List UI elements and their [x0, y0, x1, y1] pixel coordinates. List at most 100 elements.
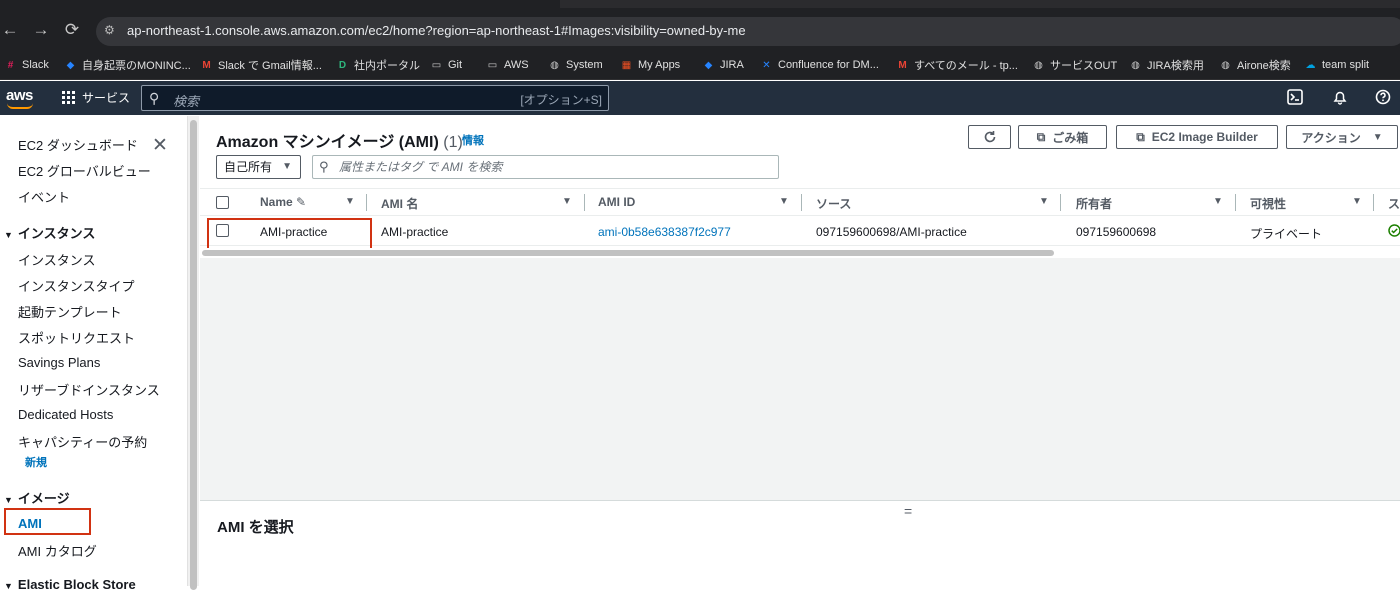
- ownership-filter-select[interactable]: 自己所有 ▼: [216, 155, 301, 179]
- column-header-source[interactable]: ソース: [816, 195, 851, 212]
- bookmark-item[interactable]: ◍ System: [548, 57, 603, 73]
- column-divider[interactable]: [584, 194, 585, 211]
- back-arrow-icon[interactable]: ←: [0, 20, 20, 40]
- jira-icon: ◆: [704, 59, 713, 71]
- ami-search-input[interactable]: [339, 158, 769, 176]
- globe-icon: ◍: [550, 59, 559, 71]
- caret-down-icon: ▼: [282, 161, 292, 172]
- ami-search-field[interactable]: ⚲: [312, 155, 779, 179]
- reload-icon[interactable]: ⟳: [62, 20, 82, 40]
- sidebar-item[interactable]: インスタンス: [18, 250, 95, 269]
- url-text[interactable]: ap-northeast-1.console.aws.amazon.com/ec…: [127, 23, 746, 38]
- column-header-status[interactable]: ス: [1388, 195, 1400, 212]
- table-horizontal-scrollbar[interactable]: [200, 248, 1400, 258]
- console-search-input[interactable]: ⚲ 検索 [オプション+S]: [141, 85, 609, 111]
- cloudshell-icon[interactable]: [1286, 89, 1304, 107]
- sidebar-item[interactable]: Savings Plans: [18, 355, 100, 370]
- bookmark-item[interactable]: ☁ team split: [1304, 57, 1370, 73]
- column-header-ami-id[interactable]: AMI ID: [598, 195, 635, 209]
- sidebar-item[interactable]: Dedicated Hosts: [18, 407, 113, 422]
- column-header-ami-name[interactable]: AMI 名: [381, 195, 418, 212]
- sidebar-item[interactable]: イベント: [18, 187, 70, 206]
- bookmark-item[interactable]: ✕ Confluence for DM...: [760, 57, 879, 73]
- address-bar[interactable]: ⚙ ap-northeast-1.console.aws.amazon.com/…: [96, 17, 1400, 46]
- sidebar-item[interactable]: スポットリクエスト: [18, 328, 135, 347]
- sidebar-item[interactable]: EC2 グローバルビュー: [18, 161, 151, 180]
- sort-caret-icon[interactable]: ▼: [1213, 196, 1223, 207]
- bookmark-item[interactable]: ◍ サービスOUT: [1032, 57, 1117, 73]
- page-title: Amazon マシンイメージ (AMI) (1): [216, 128, 463, 152]
- column-divider[interactable]: [1373, 194, 1374, 211]
- services-label: サービス: [82, 91, 131, 105]
- sidebar-item[interactable]: インスタンスタイプ: [18, 276, 134, 295]
- sidebar-item[interactable]: EC2 ダッシュボード: [18, 135, 138, 154]
- bookmark-item[interactable]: ▭ AWS: [486, 57, 529, 73]
- column-divider[interactable]: [366, 194, 367, 211]
- aws-logo[interactable]: aws: [6, 87, 33, 109]
- jira-icon: ◆: [66, 59, 75, 71]
- column-header-visibility[interactable]: 可視性: [1250, 195, 1286, 212]
- ownership-filter-value: 自己所有: [224, 160, 273, 174]
- search-icon: ⚲: [149, 90, 160, 106]
- sort-caret-icon[interactable]: ▼: [1352, 196, 1362, 207]
- sidebar-section-ebs[interactable]: ▼ Elastic Block Store: [4, 577, 136, 592]
- bookmark-item[interactable]: M Slack で Gmail情報...: [200, 57, 322, 73]
- bookmark-item[interactable]: ◆ 自身起票のMONINC...: [64, 57, 191, 73]
- cell-ami-id-link[interactable]: ami-0b58e638387f2c977: [598, 225, 731, 239]
- bookmark-item[interactable]: ◍ Airone検索: [1219, 57, 1291, 73]
- search-icon: ⚲: [319, 159, 329, 174]
- services-menu-button[interactable]: サービス: [62, 89, 130, 106]
- aws-console-header: aws サービス ⚲ 検索 [オプション+S]: [0, 81, 1400, 115]
- bookmark-label: Airone検索: [1237, 60, 1291, 72]
- aws-logo-text: aws: [6, 87, 33, 104]
- bookmark-item[interactable]: ◍ JIRA検索用: [1129, 57, 1204, 73]
- table-header: Name ✎ ▼ AMI 名 ▼ AMI ID ▼ ソース ▼ 所有者 ▼ 可視…: [200, 188, 1400, 216]
- bookmark-item[interactable]: # Slack: [4, 57, 49, 73]
- bookmark-item[interactable]: D 社内ポータル: [336, 57, 420, 73]
- sidebar-item[interactable]: リザーブドインスタンス: [18, 380, 160, 399]
- info-link[interactable]: 情報: [462, 132, 484, 148]
- bookmark-item[interactable]: ◆ JIRA: [702, 57, 744, 73]
- salesforce-icon: ☁: [1305, 59, 1316, 71]
- sidebar-section-images[interactable]: ▼ イメージ: [4, 488, 70, 507]
- table-scroll-thumb[interactable]: [202, 250, 1054, 256]
- sidebar-item-ami[interactable]: AMI: [18, 516, 42, 531]
- bookmark-item[interactable]: ▭ Git: [430, 57, 462, 73]
- select-all-checkbox[interactable]: [216, 196, 229, 209]
- column-divider[interactable]: [801, 194, 802, 211]
- table-row[interactable]: AMI-practice AMI-practice ami-0b58e63838…: [200, 217, 1400, 246]
- column-divider[interactable]: [1060, 194, 1061, 211]
- sidebar-item[interactable]: AMI カタログ: [18, 541, 97, 560]
- column-label: Name: [260, 195, 293, 209]
- sidebar-scrollbar[interactable]: [187, 116, 199, 590]
- bookmark-item[interactable]: ▦ My Apps: [620, 57, 680, 73]
- notifications-bell-icon[interactable]: [1331, 89, 1349, 107]
- column-header-name[interactable]: Name ✎: [260, 195, 306, 209]
- sidebar-item[interactable]: 起動テンプレート: [18, 302, 122, 321]
- caret-down-icon: ▼: [4, 230, 13, 240]
- sidebar-item[interactable]: キャパシティーの予約: [18, 432, 147, 451]
- refresh-button[interactable]: [968, 125, 1011, 149]
- column-header-owner[interactable]: 所有者: [1076, 195, 1112, 212]
- column-divider[interactable]: [1235, 194, 1236, 211]
- microsoft-icon: ▦: [621, 59, 632, 71]
- sidebar-section-instances[interactable]: ▼ インスタンス: [4, 223, 95, 242]
- sort-caret-icon[interactable]: ▼: [562, 196, 572, 207]
- recycle-bin-button[interactable]: ⧉ ごみ箱: [1018, 125, 1107, 149]
- close-sidebar-icon[interactable]: ✕: [152, 134, 168, 157]
- resize-handle-icon[interactable]: =: [904, 503, 912, 519]
- sort-caret-icon[interactable]: ▼: [345, 196, 355, 207]
- sidebar-scroll-thumb[interactable]: [190, 120, 197, 590]
- edit-pencil-icon[interactable]: ✎: [296, 195, 306, 209]
- help-icon[interactable]: [1374, 89, 1392, 107]
- refresh-icon: [984, 131, 995, 143]
- sort-caret-icon[interactable]: ▼: [1039, 196, 1049, 207]
- caret-down-icon: ▼: [1372, 131, 1383, 143]
- site-settings-icon[interactable]: ⚙: [104, 23, 120, 39]
- sort-caret-icon[interactable]: ▼: [779, 196, 789, 207]
- image-builder-button[interactable]: ⧉ EC2 Image Builder: [1116, 125, 1278, 149]
- forward-arrow-icon[interactable]: →: [31, 20, 51, 40]
- active-tab[interactable]: [0, 0, 560, 8]
- actions-dropdown-button[interactable]: アクション ▼: [1286, 125, 1398, 149]
- bookmark-item[interactable]: M すべてのメール - tp...: [896, 57, 1018, 73]
